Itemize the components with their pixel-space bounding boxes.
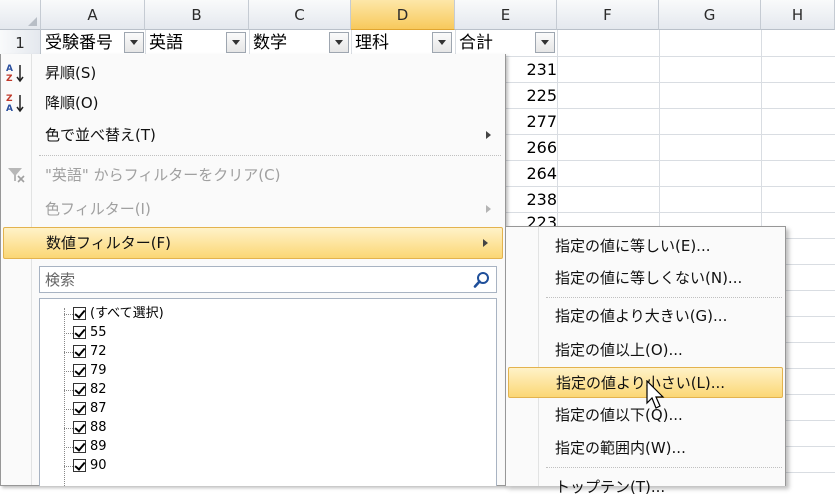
submenu-arrow-icon bbox=[483, 239, 488, 247]
menu-item-sort-descending[interactable]: Z A 降順(O) bbox=[1, 88, 505, 118]
submenu-item-label: 指定の値より大きい(G)... bbox=[555, 307, 728, 325]
list-item-label: 88 bbox=[90, 420, 107, 435]
menu-item-label: "英語" からフィルターをクリア(C) bbox=[45, 166, 281, 184]
submenu-item-greater-equal[interactable]: 指定の値以上(O)... bbox=[506, 335, 785, 365]
tree-line bbox=[64, 314, 73, 315]
row-header-1[interactable]: 1 bbox=[0, 30, 41, 56]
submenu-item-equals[interactable]: 指定の値に等しい(E)... bbox=[506, 231, 785, 261]
submenu-item-label: 指定の値以上(O)... bbox=[555, 341, 683, 359]
total-cell[interactable]: 225 bbox=[506, 83, 562, 109]
column-header-f[interactable]: F bbox=[557, 0, 659, 30]
svg-text:Z: Z bbox=[6, 74, 13, 84]
list-item-label: 79 bbox=[90, 363, 107, 378]
submenu-item-top10[interactable]: トップテン(T)... bbox=[506, 472, 785, 502]
checkbox-checked-icon[interactable] bbox=[73, 345, 86, 358]
total-cell[interactable]: 223 bbox=[506, 210, 562, 226]
tree-line bbox=[64, 409, 73, 410]
tree-line bbox=[64, 390, 73, 391]
checkbox-checked-icon[interactable] bbox=[73, 364, 86, 377]
tree-line bbox=[64, 428, 73, 429]
mouse-cursor-icon bbox=[646, 379, 666, 412]
clear-filter-icon bbox=[5, 165, 27, 187]
checkbox-checked-icon[interactable] bbox=[73, 440, 86, 453]
submenu-item-greater-than[interactable]: 指定の値より大きい(G)... bbox=[506, 301, 785, 331]
submenu-item-not-equals[interactable]: 指定の値に等しくない(N)... bbox=[506, 263, 785, 293]
column-header-e[interactable]: E bbox=[455, 0, 557, 30]
submenu-item-between[interactable]: 指定の範囲内(W)... bbox=[506, 433, 785, 463]
menu-item-sort-ascending[interactable]: A Z 昇順(S) bbox=[1, 58, 505, 88]
submenu-arrow-icon bbox=[486, 205, 491, 213]
filter-dropdown-a[interactable] bbox=[124, 32, 144, 53]
menu-item-label: 色フィルター(I) bbox=[45, 200, 151, 218]
sort-desc-icon: Z A bbox=[5, 92, 27, 114]
submenu-item-label: 指定の値に等しい(E)... bbox=[555, 237, 711, 255]
menu-item-label: 数値フィルター(F) bbox=[46, 234, 172, 252]
svg-text:Z: Z bbox=[6, 94, 13, 104]
header-cell-math[interactable]: 数学 bbox=[253, 30, 328, 56]
list-item-label: 55 bbox=[90, 325, 107, 340]
filter-dropdown-b[interactable] bbox=[226, 32, 246, 53]
sort-asc-icon: A Z bbox=[5, 62, 27, 84]
submenu-item-label: 指定の値に等しくない(N)... bbox=[555, 269, 743, 287]
filter-dropdown-e[interactable] bbox=[535, 32, 555, 53]
list-item-label: (すべて選択) bbox=[90, 306, 164, 321]
column-header-c[interactable]: C bbox=[249, 0, 351, 30]
header-cell-english[interactable]: 英語 bbox=[149, 30, 224, 56]
total-cell[interactable]: 231 bbox=[506, 57, 562, 83]
submenu-arrow-icon bbox=[486, 131, 491, 139]
menu-separator bbox=[39, 155, 501, 156]
list-item-label: 87 bbox=[90, 401, 107, 416]
tree-line bbox=[64, 466, 73, 467]
checkbox-checked-icon[interactable] bbox=[73, 459, 86, 472]
menu-item-sort-by-color[interactable]: 色で並べ替え(T) bbox=[1, 120, 505, 150]
menu-item-label: 降順(O) bbox=[45, 94, 99, 112]
menu-item-label: 色で並べ替え(T) bbox=[45, 126, 156, 144]
tree-line bbox=[64, 371, 73, 372]
total-cell[interactable]: 266 bbox=[506, 135, 562, 161]
tree-line bbox=[64, 308, 65, 486]
column-header-d[interactable]: D bbox=[351, 0, 455, 30]
svg-text:A: A bbox=[6, 104, 13, 114]
header-cell-exam-number[interactable]: 受験番号 bbox=[45, 30, 123, 56]
column-header-h[interactable]: H bbox=[761, 0, 835, 30]
search-placeholder: 検索 bbox=[45, 271, 76, 289]
submenu-item-label: 指定の範囲内(W)... bbox=[555, 439, 686, 457]
filter-value-list[interactable]: (すべて選択) 55 72 79 82 87 88 89 90 bbox=[39, 298, 497, 486]
header-cell-total[interactable]: 合計 bbox=[459, 30, 534, 56]
filter-dropdown-c[interactable] bbox=[329, 32, 349, 53]
number-filter-submenu: 指定の値に等しい(E)... 指定の値に等しくない(N)... 指定の値より大き… bbox=[505, 226, 786, 496]
list-item-label: 72 bbox=[90, 344, 107, 359]
column-header-a[interactable]: A bbox=[41, 0, 145, 30]
tree-line bbox=[64, 333, 73, 334]
menu-item-label: 昇順(S) bbox=[45, 64, 97, 82]
submenu-item-label: トップテン(T)... bbox=[555, 478, 666, 496]
menu-separator bbox=[546, 297, 782, 298]
column-header-g[interactable]: G bbox=[659, 0, 761, 30]
column-header-b[interactable]: B bbox=[145, 0, 249, 30]
checkbox-checked-icon[interactable] bbox=[73, 326, 86, 339]
filter-dropdown-d[interactable] bbox=[432, 32, 452, 53]
menu-item-color-filter: 色フィルター(I) bbox=[1, 194, 505, 224]
submenu-item-label: 指定の値より小さい(L)... bbox=[556, 374, 726, 392]
search-icon[interactable] bbox=[473, 271, 491, 289]
search-input[interactable]: 検索 bbox=[39, 266, 497, 293]
total-cell[interactable]: 277 bbox=[506, 109, 562, 135]
list-item-label: 89 bbox=[90, 439, 107, 454]
checkbox-checked-icon[interactable] bbox=[73, 307, 86, 320]
menu-separator bbox=[546, 467, 782, 468]
tree-line bbox=[64, 352, 73, 353]
list-item-label: 82 bbox=[90, 382, 107, 397]
header-cell-science[interactable]: 理科 bbox=[355, 30, 430, 56]
menu-item-number-filter[interactable]: 数値フィルター(F) bbox=[3, 227, 503, 259]
checkbox-checked-icon[interactable] bbox=[73, 383, 86, 396]
svg-text:A: A bbox=[6, 64, 13, 74]
tree-line bbox=[64, 447, 73, 448]
checkbox-checked-icon[interactable] bbox=[73, 421, 86, 434]
checkbox-checked-icon[interactable] bbox=[73, 402, 86, 415]
menu-item-clear-filter: "英語" からフィルターをクリア(C) bbox=[1, 160, 505, 190]
list-item-label: 90 bbox=[90, 458, 107, 473]
select-all-corner[interactable] bbox=[0, 0, 41, 30]
total-cell[interactable]: 264 bbox=[506, 161, 562, 187]
